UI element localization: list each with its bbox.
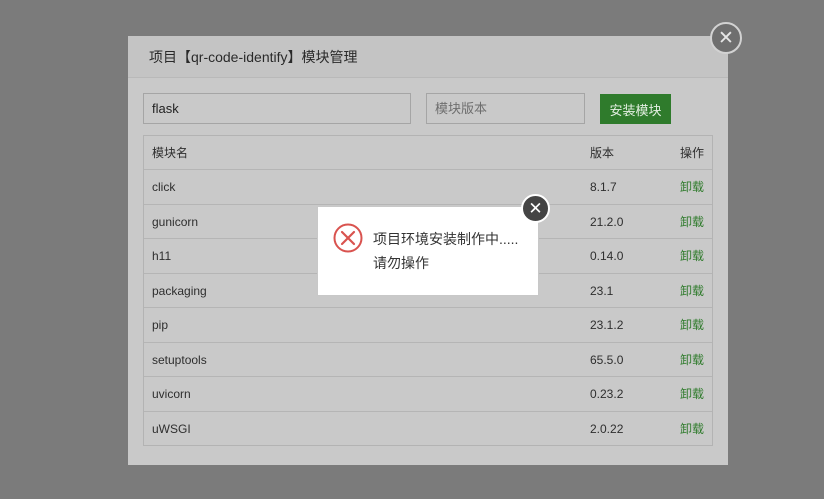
toast-close-icon[interactable]: ✕	[521, 194, 550, 223]
module-version: 65.5.0	[590, 352, 624, 367]
table-row: uWSGI 2.0.22 卸载	[144, 412, 712, 447]
uninstall-link[interactable]: 卸载	[680, 239, 704, 273]
dialog-close-icon[interactable]: ✕	[710, 22, 742, 54]
progress-toast: 项目环境安装制作中..... 请勿操作	[317, 206, 539, 296]
uninstall-link[interactable]: 卸载	[680, 205, 704, 239]
module-name-input[interactable]	[143, 93, 411, 124]
table-row: setuptools 65.5.0 卸载	[144, 343, 712, 377]
table-header-row: 模块名 版本 操作	[144, 136, 712, 170]
module-version: 0.23.2	[590, 387, 624, 401]
uninstall-link[interactable]: 卸载	[680, 343, 704, 377]
table-row: click 8.1.7 卸载	[144, 170, 712, 205]
module-version: 21.2.0	[590, 214, 624, 229]
uninstall-link[interactable]: 卸载	[680, 377, 704, 411]
module-name: click	[152, 180, 176, 194]
module-name: setuptools	[152, 352, 207, 367]
error-icon	[333, 223, 363, 253]
module-name: packaging	[152, 283, 207, 298]
module-version: 23.1	[590, 283, 614, 298]
uninstall-link[interactable]: 卸载	[680, 308, 704, 342]
module-name: h11	[152, 249, 172, 263]
module-version: 23.1.2	[590, 318, 624, 332]
module-version: 0.14.0	[590, 249, 624, 263]
header-action: 操作	[680, 146, 705, 160]
module-name: uWSGI	[152, 421, 191, 436]
uninstall-link[interactable]: 卸载	[680, 412, 704, 446]
install-module-button[interactable]: 安装模块	[600, 94, 671, 124]
install-form: 安装模块	[143, 93, 713, 125]
toast-message: 项目环境安装制作中..... 请勿操作	[373, 227, 518, 275]
dialog-title: 项目【qr-code-identify】模块管理	[149, 48, 358, 65]
module-name: uvicorn	[152, 387, 191, 401]
module-version: 2.0.22	[590, 421, 624, 436]
module-version: 8.1.7	[590, 180, 617, 194]
uninstall-link[interactable]: 卸载	[680, 170, 704, 204]
toast-line-1: 项目环境安装制作中.....	[373, 231, 519, 247]
header-version: 版本	[590, 146, 615, 160]
table-row: uvicorn 0.23.2 卸载	[144, 377, 712, 412]
table-row: pip 23.1.2 卸载	[144, 308, 712, 343]
module-name: gunicorn	[152, 214, 199, 229]
uninstall-link[interactable]: 卸载	[680, 274, 704, 308]
header-module-name: 模块名	[152, 146, 189, 160]
module-version-input[interactable]	[426, 93, 585, 124]
dialog-header: 项目【qr-code-identify】模块管理	[128, 36, 728, 78]
toast-line-2: 请勿操作	[373, 255, 429, 271]
module-name: pip	[152, 318, 169, 332]
